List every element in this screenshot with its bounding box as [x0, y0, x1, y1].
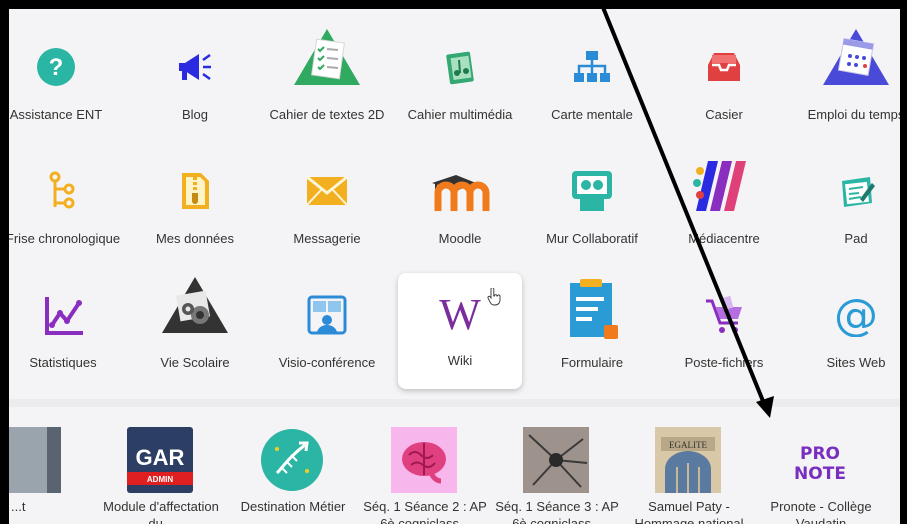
- egalite-building-photo: EGALITE: [655, 427, 721, 493]
- video-conference-icon: [305, 293, 349, 337]
- app-label: Poste-fichiers: [684, 355, 764, 370]
- app-label: Frise chronologique: [5, 231, 121, 246]
- app-poste-fichiers[interactable]: Poste-fichiers: [662, 275, 786, 391]
- calendar-icon: [821, 27, 891, 89]
- sitemap-icon: [570, 45, 614, 89]
- form-icon: [566, 277, 620, 343]
- resources-row: ...t GAR ADMIN Module d'affectation du...…: [9, 407, 900, 524]
- cart-icon: [702, 293, 746, 337]
- gar-logo: GAR ADMIN: [127, 427, 193, 493]
- building-sign-text: EGALITE: [669, 440, 707, 450]
- tile-samuel-paty[interactable]: EGALITE Samuel Paty - Hommage national: [627, 417, 751, 524]
- section-divider: [9, 399, 900, 407]
- app-launcher: ? Assistance ENT Blog Cahier de textes 2…: [0, 0, 907, 524]
- checklist-icon: [292, 27, 362, 89]
- app-label: Cahier de textes 2D: [269, 107, 385, 122]
- app-pad[interactable]: Pad: [794, 151, 900, 267]
- app-label: Casier: [705, 107, 743, 122]
- app-label: Wiki: [447, 353, 473, 368]
- app-label: Messagerie: [293, 231, 361, 246]
- tile-pronote[interactable]: PRO NOTE Pronote - Collège Vaudatin: [759, 417, 883, 524]
- pronote-logo: PRO NOTE: [787, 427, 853, 493]
- mediacentre-icon: [688, 157, 760, 213]
- app-cahier-multimedia[interactable]: Cahier multimédia: [398, 27, 522, 143]
- tile-label: ...t: [11, 499, 26, 514]
- app-cahier-de-textes[interactable]: Cahier de textes 2D: [265, 27, 389, 143]
- app-mediacentre[interactable]: Médiacentre: [662, 151, 786, 267]
- app-label: Formulaire: [560, 355, 624, 370]
- tile-seq1-seance2[interactable]: Séq. 1 Séance 2 : AP 6è cogniclass...: [363, 417, 487, 524]
- app-wiki[interactable]: W Wiki: [398, 273, 522, 389]
- app-label: Emploi du temps: [807, 107, 905, 122]
- gar-logo-text: GAR: [136, 445, 185, 470]
- app-visio-conference[interactable]: Visio-conférence: [265, 275, 389, 391]
- pronote-logo-line2: NOTE: [794, 464, 846, 484]
- tile-gar[interactable]: GAR ADMIN Module d'affectation du...: [99, 417, 223, 524]
- tile-label: Samuel Paty - Hommage national: [634, 499, 744, 524]
- chart-icon: [41, 293, 85, 337]
- inbox-icon: [702, 45, 746, 89]
- svg-text:@: @: [834, 293, 878, 337]
- at-icon: @: [834, 293, 878, 337]
- brain-illustration: [391, 427, 457, 493]
- moodle-icon: [426, 169, 492, 213]
- app-carte-mentale[interactable]: Carte mentale: [530, 27, 654, 143]
- app-frise-chronologique[interactable]: Frise chronologique: [9, 151, 125, 267]
- app-label: Moodle: [438, 231, 482, 246]
- tile-label: Séq. 1 Séance 2 : AP 6è cogniclass...: [363, 499, 487, 524]
- app-emploi-du-temps[interactable]: Emploi du temps: [794, 27, 900, 143]
- gar-logo-sub: ADMIN: [147, 475, 173, 484]
- app-assistance-ent[interactable]: ? Assistance ENT: [9, 27, 118, 143]
- wiki-icon: W: [428, 291, 492, 335]
- app-mes-donnees[interactable]: Mes données: [133, 151, 257, 267]
- svg-text:?: ?: [49, 54, 64, 81]
- app-label: Mes données: [155, 231, 235, 246]
- app-vie-scolaire[interactable]: Vie Scolaire: [133, 275, 257, 391]
- app-label: Médiacentre: [688, 231, 760, 246]
- tile-destination-metier[interactable]: Destination Métier: [231, 417, 355, 524]
- hand-cursor-icon: [487, 287, 501, 306]
- tile-label: Pronote - Collège Vaudatin: [770, 499, 872, 524]
- pronote-logo-line1: PRO: [800, 444, 840, 464]
- app-label: Mur Collaboratif: [546, 231, 638, 246]
- app-label: Carte mentale: [551, 107, 633, 122]
- tile-seq1-seance3[interactable]: Séq. 1 Séance 3 : AP 6è cogniclass...: [495, 417, 619, 524]
- timeline-icon: [41, 169, 85, 213]
- pad-icon: [834, 169, 878, 213]
- app-formulaire[interactable]: Formulaire: [530, 275, 654, 391]
- app-label: Assistance ENT: [9, 107, 103, 122]
- tile-label: Module d'affectation du...: [103, 499, 219, 524]
- neuron-photo: [523, 427, 589, 493]
- envelope-icon: [305, 169, 349, 213]
- app-statistiques[interactable]: Statistiques: [9, 275, 125, 391]
- app-moodle[interactable]: Moodle: [398, 151, 522, 267]
- svg-text:W: W: [439, 291, 481, 335]
- music-book-icon: [438, 45, 482, 89]
- app-label: Vie Scolaire: [160, 355, 230, 370]
- app-label: Cahier multimédia: [407, 107, 513, 122]
- app-messagerie[interactable]: Messagerie: [265, 151, 389, 267]
- app-label: Pad: [844, 231, 868, 246]
- tile-label: Séq. 1 Séance 3 : AP 6è cogniclass...: [495, 499, 619, 524]
- destination-metier-logo: [259, 427, 325, 493]
- app-label: Blog: [181, 107, 209, 122]
- question-icon: ?: [34, 45, 78, 89]
- app-mur-collaboratif[interactable]: Mur Collaboratif: [530, 151, 654, 267]
- app-sites-web[interactable]: @ Sites Web: [794, 275, 900, 391]
- app-blog[interactable]: Blog: [133, 27, 257, 143]
- school-life-icon: [160, 275, 230, 337]
- zip-file-icon: [173, 169, 217, 213]
- app-label: Statistiques: [29, 355, 97, 370]
- photo-thumbnail: [9, 427, 61, 493]
- tile-partial[interactable]: ...t: [9, 417, 91, 524]
- app-label: Visio-conférence: [278, 355, 376, 370]
- tile-label: Destination Métier: [240, 499, 346, 514]
- app-label: Sites Web: [826, 355, 886, 370]
- apps-grid: ? Assistance ENT Blog Cahier de textes 2…: [9, 9, 900, 399]
- collab-wall-icon: [570, 169, 614, 213]
- megaphone-icon: [173, 45, 217, 89]
- app-casier[interactable]: Casier: [662, 27, 786, 143]
